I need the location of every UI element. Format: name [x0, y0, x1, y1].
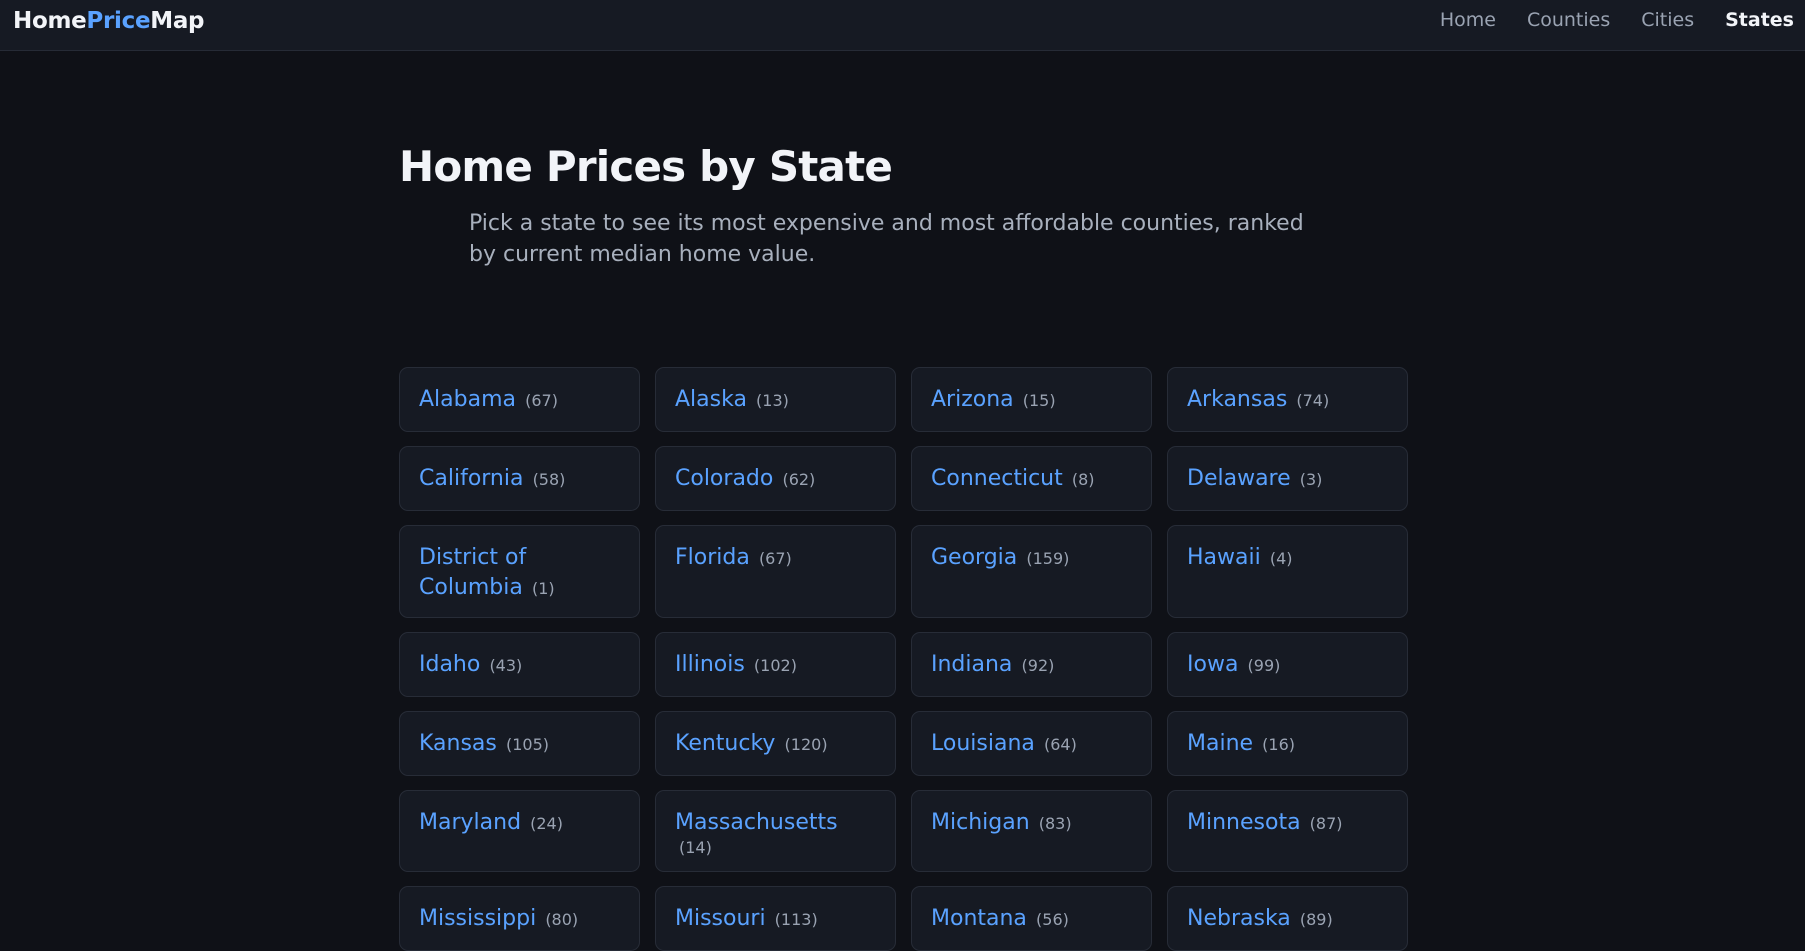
county-count: (4): [1269, 549, 1293, 568]
state-name-link[interactable]: Arkansas: [1187, 387, 1287, 412]
state-name-link[interactable]: Michigan: [931, 810, 1030, 835]
logo-text-price: Price: [86, 8, 151, 34]
state-card[interactable]: Maine (16): [1167, 711, 1408, 776]
county-count: (13): [756, 391, 789, 410]
county-count: (58): [532, 470, 566, 489]
state-card[interactable]: Kentucky (120): [655, 711, 896, 776]
state-name-link[interactable]: Maryland: [419, 810, 521, 835]
state-name-link[interactable]: Idaho: [419, 652, 480, 677]
state-card[interactable]: Arizona (15): [911, 367, 1152, 432]
state-card[interactable]: Indiana (92): [911, 632, 1152, 697]
state-card[interactable]: Iowa (99): [1167, 632, 1408, 697]
logo-text-home: Home: [13, 8, 87, 34]
state-card[interactable]: Illinois (102): [655, 632, 896, 697]
state-name-link[interactable]: Connecticut: [931, 466, 1063, 491]
state-name-link[interactable]: Alaska: [675, 387, 747, 412]
county-count: (67): [758, 549, 792, 568]
county-count: (62): [782, 470, 816, 489]
county-count: (14): [679, 838, 712, 857]
state-name-link[interactable]: Indiana: [931, 652, 1012, 677]
county-count: (80): [545, 910, 579, 929]
state-name-link[interactable]: Louisiana: [931, 731, 1035, 756]
county-count: (113): [774, 910, 818, 929]
state-card[interactable]: Arkansas (74): [1167, 367, 1408, 432]
state-name-link[interactable]: Missouri: [675, 906, 766, 931]
nav-link-cities[interactable]: Cities: [1641, 9, 1694, 31]
state-name-link[interactable]: Hawaii: [1187, 545, 1261, 570]
state-name-link[interactable]: Kansas: [419, 731, 497, 756]
state-card[interactable]: Montana (56): [911, 886, 1152, 951]
county-count: (16): [1262, 735, 1295, 754]
nav-link-home[interactable]: Home: [1440, 9, 1496, 31]
site-logo[interactable]: HomePriceMap: [13, 8, 205, 34]
county-count: (92): [1021, 656, 1055, 675]
county-count: (1): [531, 579, 555, 598]
county-count: (83): [1038, 814, 1072, 833]
county-count: (89): [1299, 910, 1333, 929]
page-title: Home Prices by State: [399, 142, 893, 191]
county-count: (8): [1071, 470, 1095, 489]
state-name-link[interactable]: Florida: [675, 545, 750, 570]
county-count: (24): [530, 814, 563, 833]
state-card[interactable]: Massachusetts (14): [655, 790, 896, 872]
state-card[interactable]: Colorado (62): [655, 446, 896, 511]
state-card[interactable]: Mississippi (80): [399, 886, 640, 951]
state-card[interactable]: Georgia (159): [911, 525, 1152, 618]
state-card[interactable]: Maryland (24): [399, 790, 640, 872]
state-name-link[interactable]: Nebraska: [1187, 906, 1291, 931]
state-name-link[interactable]: Georgia: [931, 545, 1017, 570]
state-name-link[interactable]: Mississippi: [419, 906, 536, 931]
state-card[interactable]: Nebraska (89): [1167, 886, 1408, 951]
county-count: (67): [525, 391, 558, 410]
state-card[interactable]: Alabama (67): [399, 367, 640, 432]
county-count: (120): [784, 735, 828, 754]
state-name-link[interactable]: Delaware: [1187, 466, 1291, 491]
state-name-link[interactable]: Arizona: [931, 387, 1014, 412]
state-name-link[interactable]: Alabama: [419, 387, 516, 412]
state-name-link[interactable]: Colorado: [675, 466, 773, 491]
county-count: (64): [1043, 735, 1077, 754]
state-card[interactable]: Michigan (83): [911, 790, 1152, 872]
county-count: (43): [489, 656, 523, 675]
state-card[interactable]: District of Columbia (1): [399, 525, 640, 618]
page-subtitle: Pick a state to see its most expensive a…: [469, 211, 1304, 267]
county-count: (15): [1022, 391, 1056, 410]
state-name-link[interactable]: Iowa: [1187, 652, 1238, 677]
county-count: (102): [753, 656, 797, 675]
county-count: (99): [1247, 656, 1281, 675]
county-count: (159): [1026, 549, 1070, 568]
state-card[interactable]: Louisiana (64): [911, 711, 1152, 776]
nav-link-states[interactable]: States: [1725, 9, 1794, 31]
top-navbar: HomePriceMap Home Counties Cities States: [0, 0, 1805, 51]
nav-link-counties[interactable]: Counties: [1527, 9, 1610, 31]
state-card[interactable]: Hawaii (4): [1167, 525, 1408, 618]
logo-text-map: Map: [150, 8, 205, 34]
county-count: (87): [1309, 814, 1343, 833]
state-card[interactable]: Alaska (13): [655, 367, 896, 432]
state-name-link[interactable]: District of Columbia: [419, 545, 526, 600]
state-card[interactable]: Minnesota (87): [1167, 790, 1408, 872]
state-card[interactable]: Florida (67): [655, 525, 896, 618]
county-count: (3): [1299, 470, 1323, 489]
state-card[interactable]: Connecticut (8): [911, 446, 1152, 511]
state-grid: Alabama (67) Alaska (13) Arizona (15) Arkan…: [399, 367, 1408, 951]
state-name-link[interactable]: Minnesota: [1187, 810, 1301, 835]
state-name-link[interactable]: California: [419, 466, 523, 491]
county-count: (56): [1036, 910, 1069, 929]
state-name-link[interactable]: Montana: [931, 906, 1027, 931]
main-nav: Home Counties Cities States: [1440, 9, 1794, 31]
county-count: (74): [1296, 391, 1330, 410]
state-card[interactable]: California (58): [399, 446, 640, 511]
state-name-link[interactable]: Maine: [1187, 731, 1253, 756]
state-card[interactable]: Missouri (113): [655, 886, 896, 951]
state-name-link[interactable]: Illinois: [675, 652, 745, 677]
state-card[interactable]: Delaware (3): [1167, 446, 1408, 511]
county-count: (105): [505, 735, 549, 754]
state-name-link[interactable]: Kentucky: [675, 731, 775, 756]
state-card[interactable]: Idaho (43): [399, 632, 640, 697]
state-card[interactable]: Kansas (105): [399, 711, 640, 776]
state-name-link[interactable]: Massachusetts: [675, 810, 838, 835]
